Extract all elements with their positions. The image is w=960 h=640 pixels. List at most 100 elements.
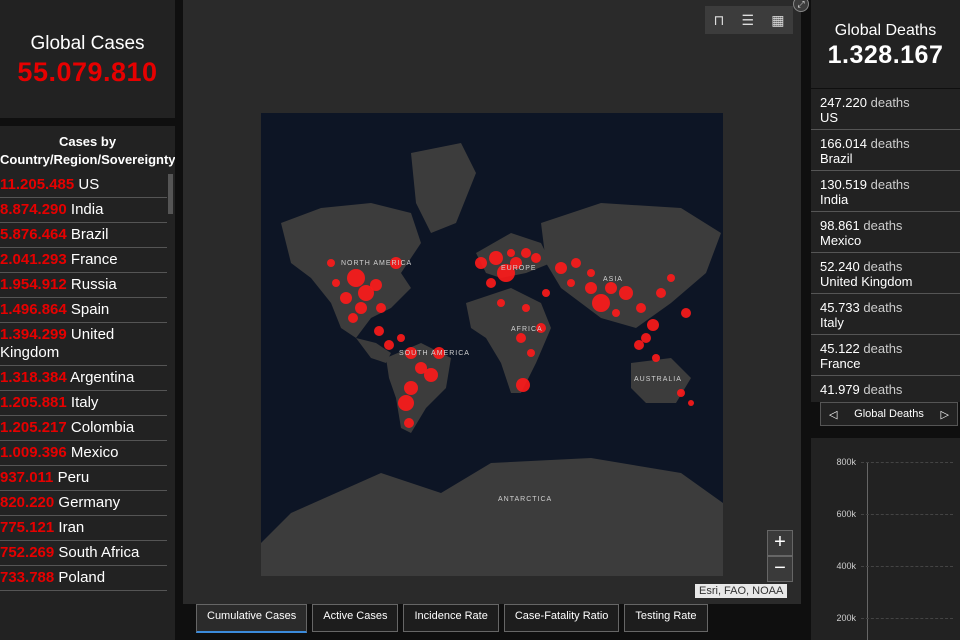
case-count: 8.874.290: [0, 201, 67, 218]
case-row[interactable]: 8.874.290 India: [0, 198, 167, 223]
case-bubble[interactable]: [376, 303, 386, 313]
case-bubble[interactable]: [527, 349, 535, 357]
case-bubble[interactable]: [404, 381, 418, 395]
case-row[interactable]: 733.788 Poland: [0, 566, 167, 591]
global-deaths-value: 1.328.167: [827, 41, 944, 69]
label-south-america: SOUTH AMERICA: [399, 350, 470, 357]
death-row[interactable]: 52.240 deaths United Kingdom: [811, 253, 960, 294]
cases-list[interactable]: 11.205.485 US 8.874.290 India 5.876.464 Br…: [0, 173, 175, 591]
legend-list-icon[interactable]: ☰: [742, 12, 755, 29]
death-unit: deaths: [863, 300, 903, 315]
prev-page-icon[interactable]: ◁: [821, 408, 845, 421]
case-bubble[interactable]: [347, 269, 365, 287]
case-bubble[interactable]: [667, 274, 675, 282]
tab-cumulative-cases[interactable]: Cumulative Cases: [196, 604, 308, 633]
case-bubble[interactable]: [587, 269, 595, 277]
map-panel[interactable]: ⊓ ☰ ▦ ⤢ NORTH AMERICA SOUTH AMERICA EURO…: [183, 0, 809, 604]
case-bubble[interactable]: [327, 259, 335, 267]
case-bubble[interactable]: [516, 378, 530, 392]
death-row[interactable]: 98.861 deaths Mexico: [811, 212, 960, 253]
deaths-list[interactable]: 247.220 deaths US 166.014 deaths Brazil 130.…: [811, 89, 960, 402]
case-bubble[interactable]: [348, 313, 358, 323]
case-bubble[interactable]: [656, 288, 666, 298]
cases-by-country-panel[interactable]: Cases by Country/Region/Sovereignty 11.2…: [0, 126, 175, 640]
qr-grid-icon[interactable]: ▦: [771, 12, 784, 29]
death-row[interactable]: 166.014 deaths Brazil: [811, 130, 960, 171]
death-count: 247.220: [820, 95, 867, 110]
death-row[interactable]: 45.733 deaths Italy: [811, 294, 960, 335]
case-bubble[interactable]: [497, 299, 505, 307]
case-count: 937.011: [0, 469, 54, 486]
expand-icon[interactable]: ⤢: [793, 0, 809, 12]
case-bubble[interactable]: [531, 253, 541, 263]
case-bubble[interactable]: [404, 418, 414, 428]
case-count: 1.318.384: [0, 369, 67, 386]
case-row[interactable]: 775.121 Iran: [0, 516, 167, 541]
case-bubble[interactable]: [370, 279, 382, 291]
case-bubble[interactable]: [567, 279, 575, 287]
case-bubble[interactable]: [652, 354, 660, 362]
case-row[interactable]: 5.876.464 Brazil: [0, 223, 167, 248]
case-bubble[interactable]: [355, 302, 367, 314]
case-country: Poland: [58, 569, 106, 586]
case-bubble[interactable]: [619, 286, 633, 300]
case-bubble[interactable]: [571, 258, 581, 268]
case-bubble[interactable]: [647, 319, 659, 331]
case-bubble[interactable]: [507, 249, 515, 257]
case-bubble[interactable]: [612, 309, 620, 317]
case-bubble[interactable]: [555, 262, 567, 274]
case-bubble[interactable]: [592, 294, 610, 312]
case-bubble[interactable]: [332, 279, 340, 287]
case-row[interactable]: 1.009.396 Mexico: [0, 441, 167, 466]
case-bubble[interactable]: [486, 278, 496, 288]
africa-landmass: [466, 288, 551, 393]
case-bubble[interactable]: [636, 303, 646, 313]
world-map[interactable]: NORTH AMERICA SOUTH AMERICA EUROPE AFRIC…: [261, 113, 723, 576]
case-bubble[interactable]: [521, 248, 531, 258]
case-count: 11.205.485: [0, 176, 75, 193]
case-row[interactable]: 1.496.864 Spain: [0, 298, 167, 323]
tab-active-cases[interactable]: Active Cases: [312, 604, 399, 632]
tab-testing-rate[interactable]: Testing Rate: [624, 604, 708, 632]
death-row[interactable]: 247.220 deaths US: [811, 89, 960, 130]
case-bubble[interactable]: [522, 304, 530, 312]
case-bubble[interactable]: [475, 257, 487, 269]
death-row[interactable]: 130.519 deaths India: [811, 171, 960, 212]
case-row[interactable]: 2.041.293 France: [0, 248, 167, 273]
bookmark-icon[interactable]: ⊓: [714, 12, 725, 29]
case-bubble[interactable]: [424, 368, 438, 382]
case-bubble[interactable]: [340, 292, 352, 304]
case-row[interactable]: 752.269 South Africa: [0, 541, 167, 566]
death-row[interactable]: 45.122 deaths France: [811, 335, 960, 376]
case-bubble[interactable]: [384, 340, 394, 350]
case-country: Russia: [70, 276, 117, 293]
case-bubble[interactable]: [374, 326, 384, 336]
case-row[interactable]: 1.205.217 Colombia: [0, 416, 167, 441]
case-bubble[interactable]: [681, 308, 691, 318]
case-bubble[interactable]: [542, 289, 550, 297]
case-bubble[interactable]: [605, 282, 617, 294]
cases-list-scrollbar[interactable]: [168, 174, 173, 214]
case-row[interactable]: 937.011 Peru: [0, 466, 167, 491]
case-bubble[interactable]: [398, 395, 414, 411]
case-bubble[interactable]: [516, 333, 526, 343]
case-bubble[interactable]: [688, 400, 694, 406]
tab-incidence-rate[interactable]: Incidence Rate: [403, 604, 499, 632]
case-bubble[interactable]: [585, 282, 597, 294]
case-row[interactable]: 1.318.384 Argentina: [0, 366, 167, 391]
deaths-list-panel[interactable]: 247.220 deaths US 166.014 deaths Brazil 130.…: [811, 89, 960, 402]
zoom-out-button[interactable]: −: [767, 556, 793, 582]
case-row[interactable]: 1.205.881 Italy: [0, 391, 167, 416]
case-bubble[interactable]: [397, 334, 405, 342]
zoom-in-button[interactable]: +: [767, 530, 793, 556]
case-row[interactable]: 11.205.485 US: [0, 173, 167, 198]
tab-case-fatality-ratio[interactable]: Case-Fatality Ratio: [503, 604, 620, 632]
case-bubble[interactable]: [634, 340, 644, 350]
case-bubble[interactable]: [489, 251, 503, 265]
case-row[interactable]: 1.394.299 United Kingdom: [0, 323, 167, 366]
next-page-icon[interactable]: ▷: [933, 408, 957, 421]
case-bubble[interactable]: [677, 389, 685, 397]
death-row[interactable]: 41.979 deaths: [811, 376, 960, 402]
case-row[interactable]: 820.220 Germany: [0, 491, 167, 516]
case-row[interactable]: 1.954.912 Russia: [0, 273, 167, 298]
